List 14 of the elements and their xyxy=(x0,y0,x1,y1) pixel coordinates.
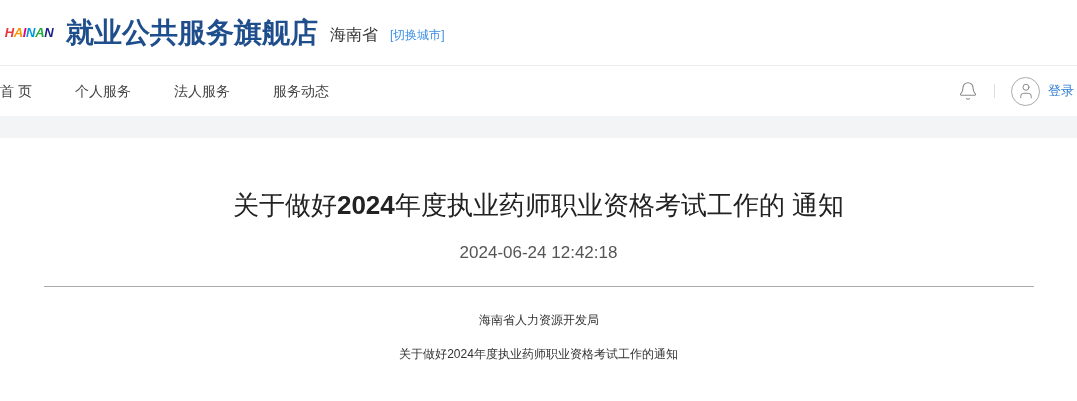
logo: HAINAN xyxy=(4,26,54,39)
switch-city-link[interactable]: [切换城市] xyxy=(390,25,445,44)
nav-tab[interactable]: 法人服务 xyxy=(173,80,230,102)
article-title: 关于做好2024年度执业药师职业资格考试工作的 通知 xyxy=(232,189,845,222)
login-link[interactable]: 登录 xyxy=(1048,81,1074,101)
nav-tab[interactable]: 个人服务 xyxy=(74,80,131,102)
article-paragraph: 海南省人力资源开发局 xyxy=(478,311,599,329)
province-label: 海南省 xyxy=(330,24,378,45)
site-title: 就业公共服务旗舰店 xyxy=(66,18,318,47)
nav-tab[interactable]: 服务动态 xyxy=(272,80,329,102)
article-paragraph: 关于做好2024年度执业药师职业资格考试工作的通知 xyxy=(399,345,678,363)
article-date: 2024-06-24 12:42:18 xyxy=(459,242,618,264)
notification-bell-icon[interactable] xyxy=(958,81,978,101)
nav-tab[interactable]: 首 页 xyxy=(0,80,32,102)
